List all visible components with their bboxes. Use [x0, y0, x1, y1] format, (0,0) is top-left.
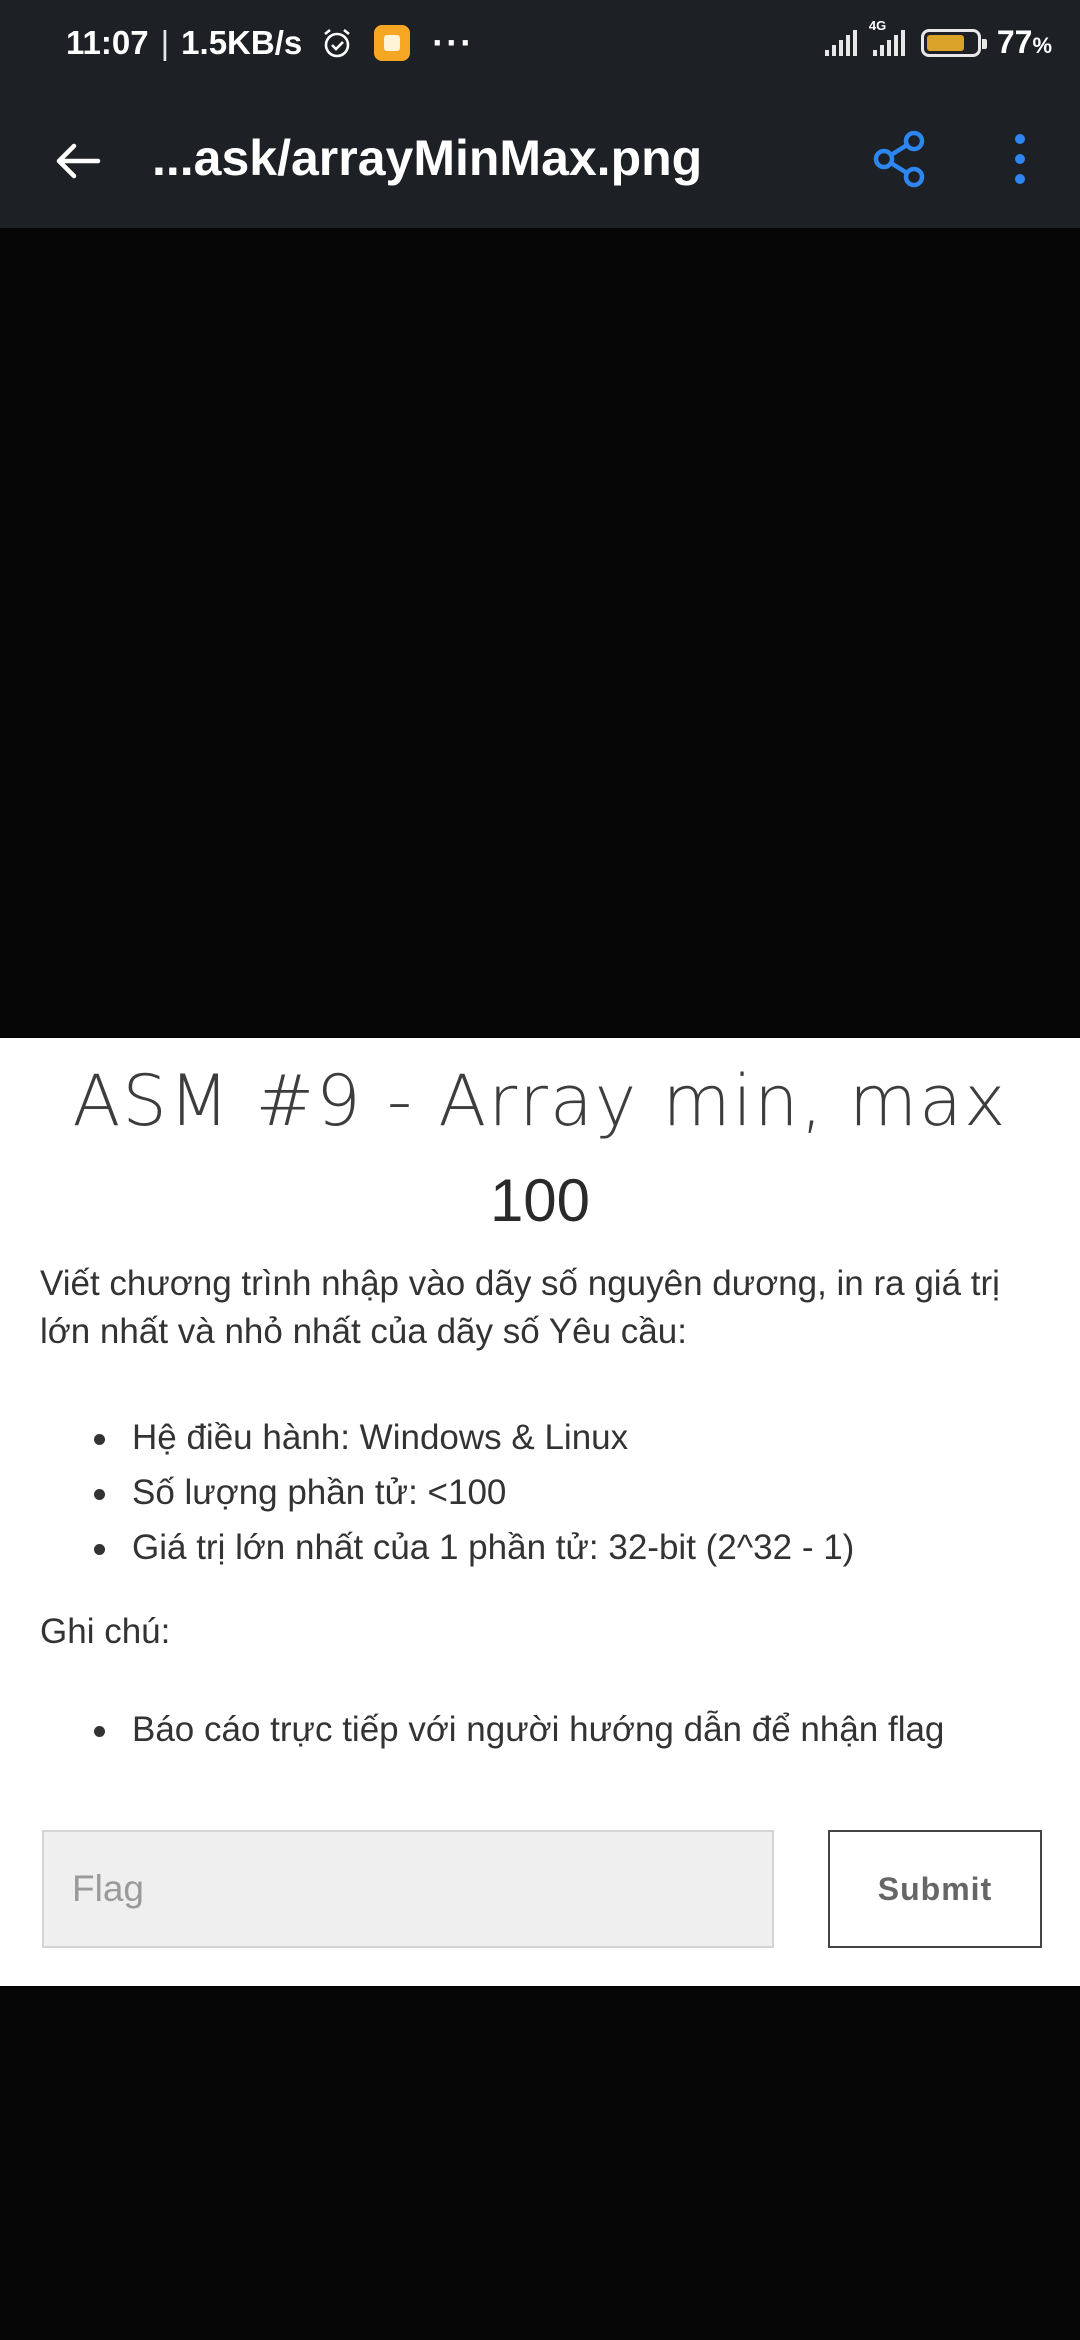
challenge-points: 100 [489, 1167, 591, 1234]
challenge-description: Viết chương trình nhập vào dãy số nguyên… [40, 1264, 1000, 1351]
signal-4g-icon: 4G [869, 18, 905, 56]
status-time: 11:07 [66, 24, 149, 61]
status-right: 4G 77% [824, 18, 1052, 61]
signal-icon [824, 29, 857, 56]
flag-input[interactable] [42, 1830, 774, 1948]
submit-button[interactable]: Submit [828, 1830, 1042, 1948]
note-icon [374, 25, 411, 61]
list-item: Số lượng phần tử: <100 [90, 1465, 854, 1520]
battery-fill [926, 34, 965, 51]
network-speed: 1.5KB/s [181, 24, 303, 61]
screenshot-content: ASM #9 - Array min, max 100 Viết chương … [0, 1038, 1080, 1986]
requirements-list: Hệ điều hành: Windows & Linux Số lượng p… [90, 1410, 854, 1575]
more-dots-icon: ··· [432, 22, 475, 63]
network-type: 4G [868, 17, 887, 33]
battery-icon [920, 28, 987, 57]
app-bar: ...ask/arrayMinMax.png [0, 95, 1080, 228]
status-bar: 11:07 | 1.5KB/s ··· 4G 77% [0, 0, 1080, 95]
file-name: ...ask/arrayMinMax.png [152, 130, 703, 186]
more-vertical-icon[interactable] [1000, 127, 1040, 191]
list-item: Hệ điều hành: Windows & Linux [90, 1410, 854, 1465]
back-arrow-icon[interactable] [50, 133, 106, 189]
notes-list: Báo cáo trực tiếp với người hướng dẫn để… [90, 1702, 944, 1757]
list-item: Báo cáo trực tiếp với người hướng dẫn để… [90, 1702, 944, 1757]
share-icon[interactable] [868, 127, 932, 191]
list-item: Giá trị lớn nhất của 1 phần tử: 32-bit (… [90, 1520, 854, 1575]
notes-label: Ghi chú: [40, 1612, 171, 1651]
battery-percent: 77% [996, 24, 1052, 60]
image-viewer[interactable]: ASM #9 - Array min, max 100 Viết chương … [0, 228, 1080, 2340]
alarm-icon [324, 28, 351, 58]
challenge-title: ASM #9 - Array min, max [72, 1060, 1008, 1142]
status-separator: | [160, 24, 170, 61]
status-left: 11:07 | 1.5KB/s ··· [66, 24, 474, 62]
